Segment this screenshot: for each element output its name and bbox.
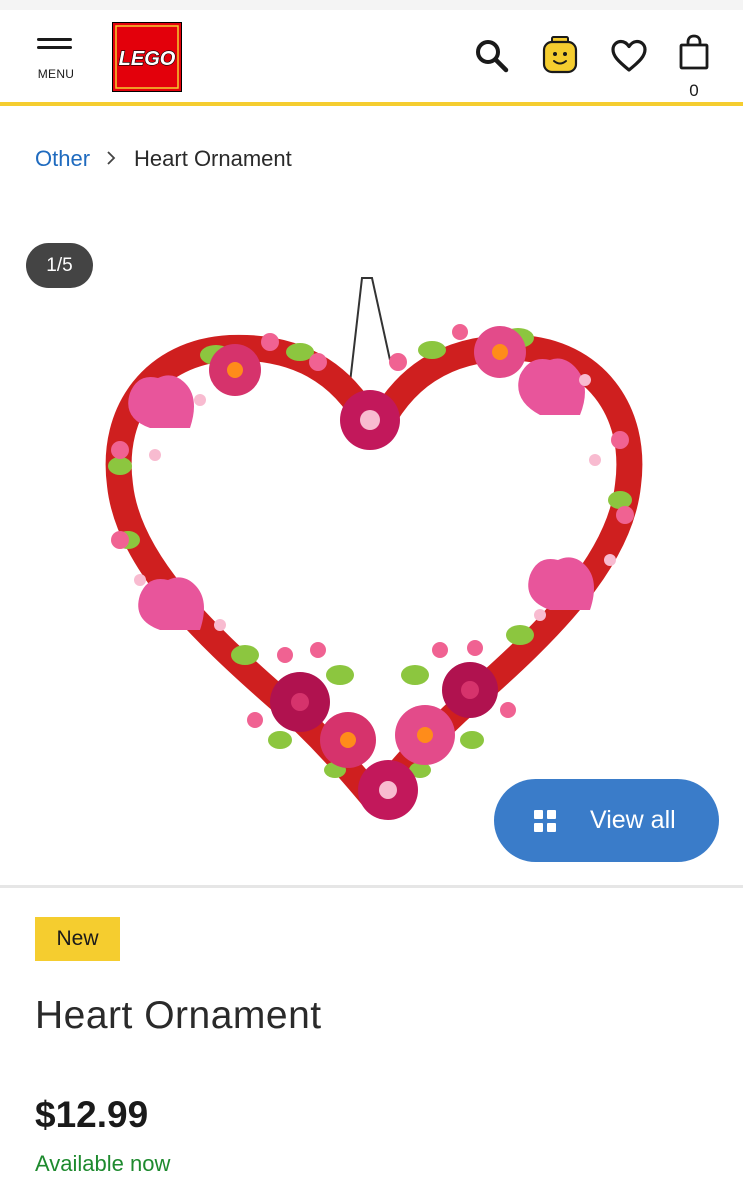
menu-icon — [37, 38, 72, 41]
grid-icon — [534, 809, 556, 832]
search-button[interactable] — [474, 38, 510, 79]
breadcrumb-current: Heart Ornament — [134, 146, 292, 171]
view-all-button[interactable]: View all — [494, 779, 719, 862]
breadcrumb: Other Heart Ornament — [35, 146, 292, 172]
account-button[interactable] — [541, 36, 579, 83]
availability-status: Available now — [35, 1151, 171, 1176]
menu-icon-bar — [37, 46, 72, 49]
account-icon — [542, 36, 578, 74]
bag-icon — [679, 34, 709, 70]
wishlist-button[interactable] — [610, 39, 648, 78]
cart-count: 0 — [689, 81, 699, 100]
lego-logo[interactable]: LEGO — [112, 22, 182, 92]
chevron-right-icon — [106, 146, 116, 172]
logo-text: LEGO — [119, 48, 176, 70]
breadcrumb-link-other[interactable]: Other — [35, 146, 90, 172]
product-image[interactable] — [80, 270, 670, 840]
status-strip — [0, 0, 743, 10]
product-title: Heart Ornament — [35, 994, 322, 1037]
site-header: MENU LEGO 0 — [0, 10, 743, 106]
search-icon — [476, 40, 509, 73]
new-badge: New — [35, 917, 120, 961]
product-price: $12.99 — [35, 1094, 149, 1135]
section-divider — [0, 885, 743, 888]
view-all-label: View all — [590, 806, 676, 834]
bag-button[interactable] — [678, 34, 710, 75]
heart-icon — [611, 39, 647, 72]
menu-label: MENU — [37, 67, 75, 81]
menu-button[interactable]: MENU — [34, 38, 78, 86]
